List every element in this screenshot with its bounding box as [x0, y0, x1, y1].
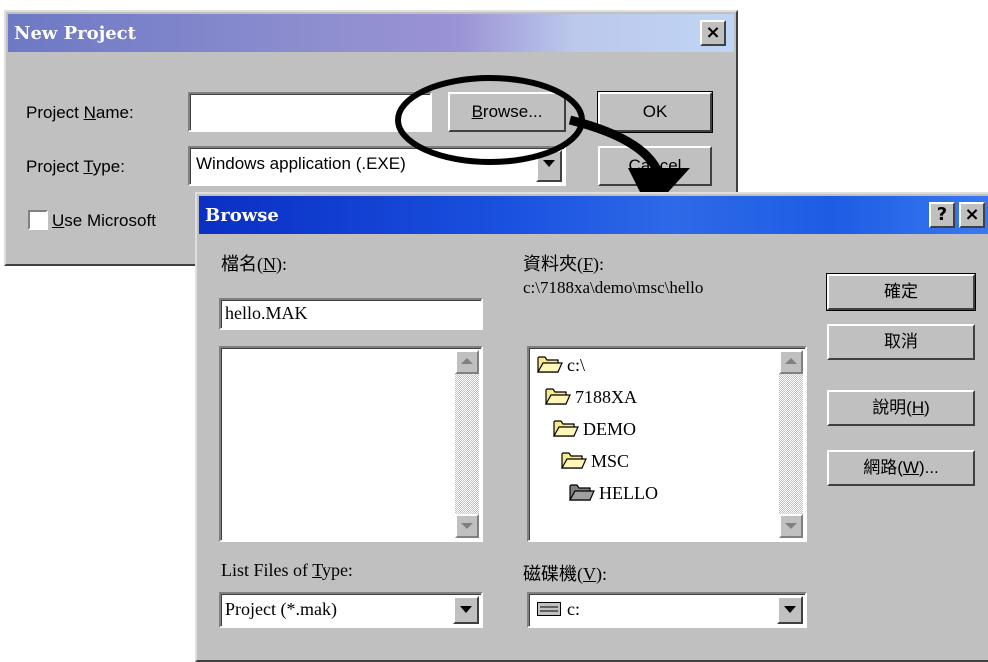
file-list-scrollbar[interactable]: [455, 350, 479, 538]
folder-item[interactable]: MSC: [560, 450, 630, 472]
folder-item[interactable]: 7188XA: [544, 386, 637, 408]
open-folder-icon: [552, 420, 579, 437]
browse-titlebar[interactable]: Browse ? ×: [199, 196, 988, 234]
filename-label: 檔名(N):: [221, 254, 287, 274]
open-folder-icon: [568, 484, 595, 501]
folder-item[interactable]: c:\: [536, 354, 585, 376]
file-listbox[interactable]: [219, 346, 483, 542]
folder-item[interactable]: HELLO: [568, 482, 658, 504]
folder-item-label: c:\: [567, 355, 585, 375]
cancel-button[interactable]: Cancel: [598, 146, 712, 186]
new-project-titlebar[interactable]: New Project ×: [8, 14, 734, 52]
browse-cancel-button[interactable]: 取消: [827, 324, 975, 360]
folders-label: 資料夾(F):: [523, 254, 605, 274]
folder-item-label: HELLO: [599, 483, 658, 503]
open-folder-icon: [560, 452, 587, 469]
folder-item[interactable]: DEMO: [552, 418, 636, 440]
drives-dropdown[interactable]: c:: [527, 592, 807, 628]
help-icon[interactable]: ?: [929, 202, 955, 228]
project-name-input[interactable]: [188, 92, 432, 132]
new-project-title: New Project: [14, 23, 136, 44]
close-icon[interactable]: ×: [700, 20, 726, 46]
drives-label: 磁碟機(V):: [523, 564, 607, 584]
help-button[interactable]: 說明(H): [827, 390, 975, 426]
drive-icon: [537, 602, 561, 616]
ok-button[interactable]: OK: [597, 91, 713, 133]
project-name-label: Project Name:: [26, 103, 134, 122]
filename-input[interactable]: hello.MAK: [219, 298, 483, 330]
open-folder-icon: [544, 388, 571, 405]
browse-title: Browse: [205, 205, 279, 226]
checkbox-box[interactable]: [28, 210, 48, 230]
scroll-down-icon[interactable]: [455, 514, 479, 538]
chevron-down-icon[interactable]: [536, 150, 562, 182]
folder-item-label: DEMO: [583, 419, 636, 439]
folder-item-label: 7188XA: [575, 387, 637, 407]
project-type-dropdown[interactable]: Windows application (.EXE): [188, 146, 566, 186]
project-type-label: Project Type:: [26, 157, 125, 176]
scroll-up-icon[interactable]: [779, 350, 803, 374]
browse-dialog: Browse ? × 檔名(N): hello.MAK 資料夾(F): c:\7…: [195, 192, 988, 662]
folder-item-label: MSC: [591, 451, 630, 471]
chevron-down-icon[interactable]: [777, 596, 803, 624]
use-microsoft-checkbox[interactable]: Use Microsoft: [28, 210, 156, 231]
filetype-dropdown[interactable]: Project (*.mak): [219, 592, 483, 628]
browse-button[interactable]: Browse...: [448, 92, 566, 132]
network-button[interactable]: 網路(W)...: [827, 450, 975, 486]
chevron-down-icon[interactable]: [453, 596, 479, 624]
folder-list-scrollbar[interactable]: [779, 350, 803, 538]
current-path: c:\7188xa\demo\msc\hello: [523, 278, 704, 297]
scroll-down-icon[interactable]: [779, 514, 803, 538]
folder-tree-listbox[interactable]: c:\ 7188XA DEMO MSC HELLO: [527, 346, 807, 542]
close-icon[interactable]: ×: [959, 202, 985, 228]
browse-ok-button[interactable]: 確定: [826, 273, 976, 311]
open-folder-icon: [536, 356, 563, 373]
drive-value: c:: [567, 599, 580, 619]
filetype-label: List Files of Type:: [221, 560, 353, 580]
scroll-up-icon[interactable]: [455, 350, 479, 374]
